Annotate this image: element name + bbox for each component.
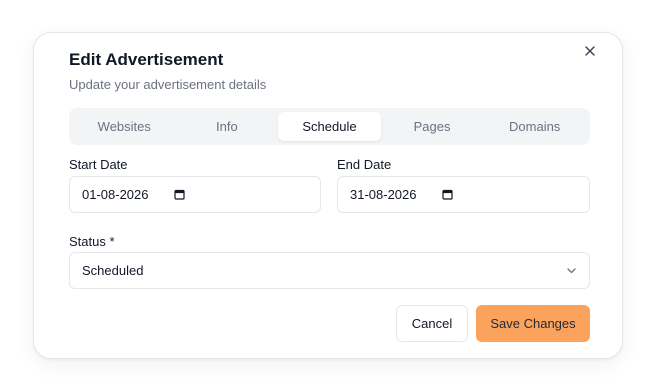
end-date-value: 31-08-2026 [350, 187, 417, 202]
dialog-subtitle: Update your advertisement details [69, 77, 267, 92]
save-changes-button[interactable]: Save Changes [476, 305, 590, 342]
dialog-title: Edit Advertisement [69, 50, 224, 69]
status-value: Scheduled [82, 263, 144, 278]
chevron-down-icon [566, 265, 577, 276]
start-date-input[interactable]: 01-08-2026 [69, 176, 321, 213]
end-date-label: End Date [337, 157, 392, 172]
end-date-input[interactable]: 31-08-2026 [337, 176, 590, 213]
calendar-icon[interactable] [173, 189, 185, 200]
tab-websites[interactable]: Websites [73, 112, 176, 141]
calendar-icon[interactable] [441, 189, 453, 200]
status-select[interactable]: Scheduled [69, 252, 590, 289]
start-date-value: 01-08-2026 [82, 187, 149, 202]
tab-schedule[interactable]: Schedule [278, 112, 381, 141]
tab-info[interactable]: Info [176, 112, 279, 141]
start-date-label: Start Date [69, 157, 128, 172]
tab-bar: Websites Info Schedule Pages Domains [69, 108, 590, 145]
cancel-button[interactable]: Cancel [396, 305, 468, 342]
edit-advertisement-dialog: Edit Advertisement Update your advertise… [33, 32, 623, 359]
tab-pages[interactable]: Pages [381, 112, 484, 141]
tab-domains[interactable]: Domains [483, 112, 586, 141]
close-button[interactable] [581, 42, 599, 60]
close-icon [585, 46, 595, 56]
status-label: Status * [69, 234, 115, 249]
